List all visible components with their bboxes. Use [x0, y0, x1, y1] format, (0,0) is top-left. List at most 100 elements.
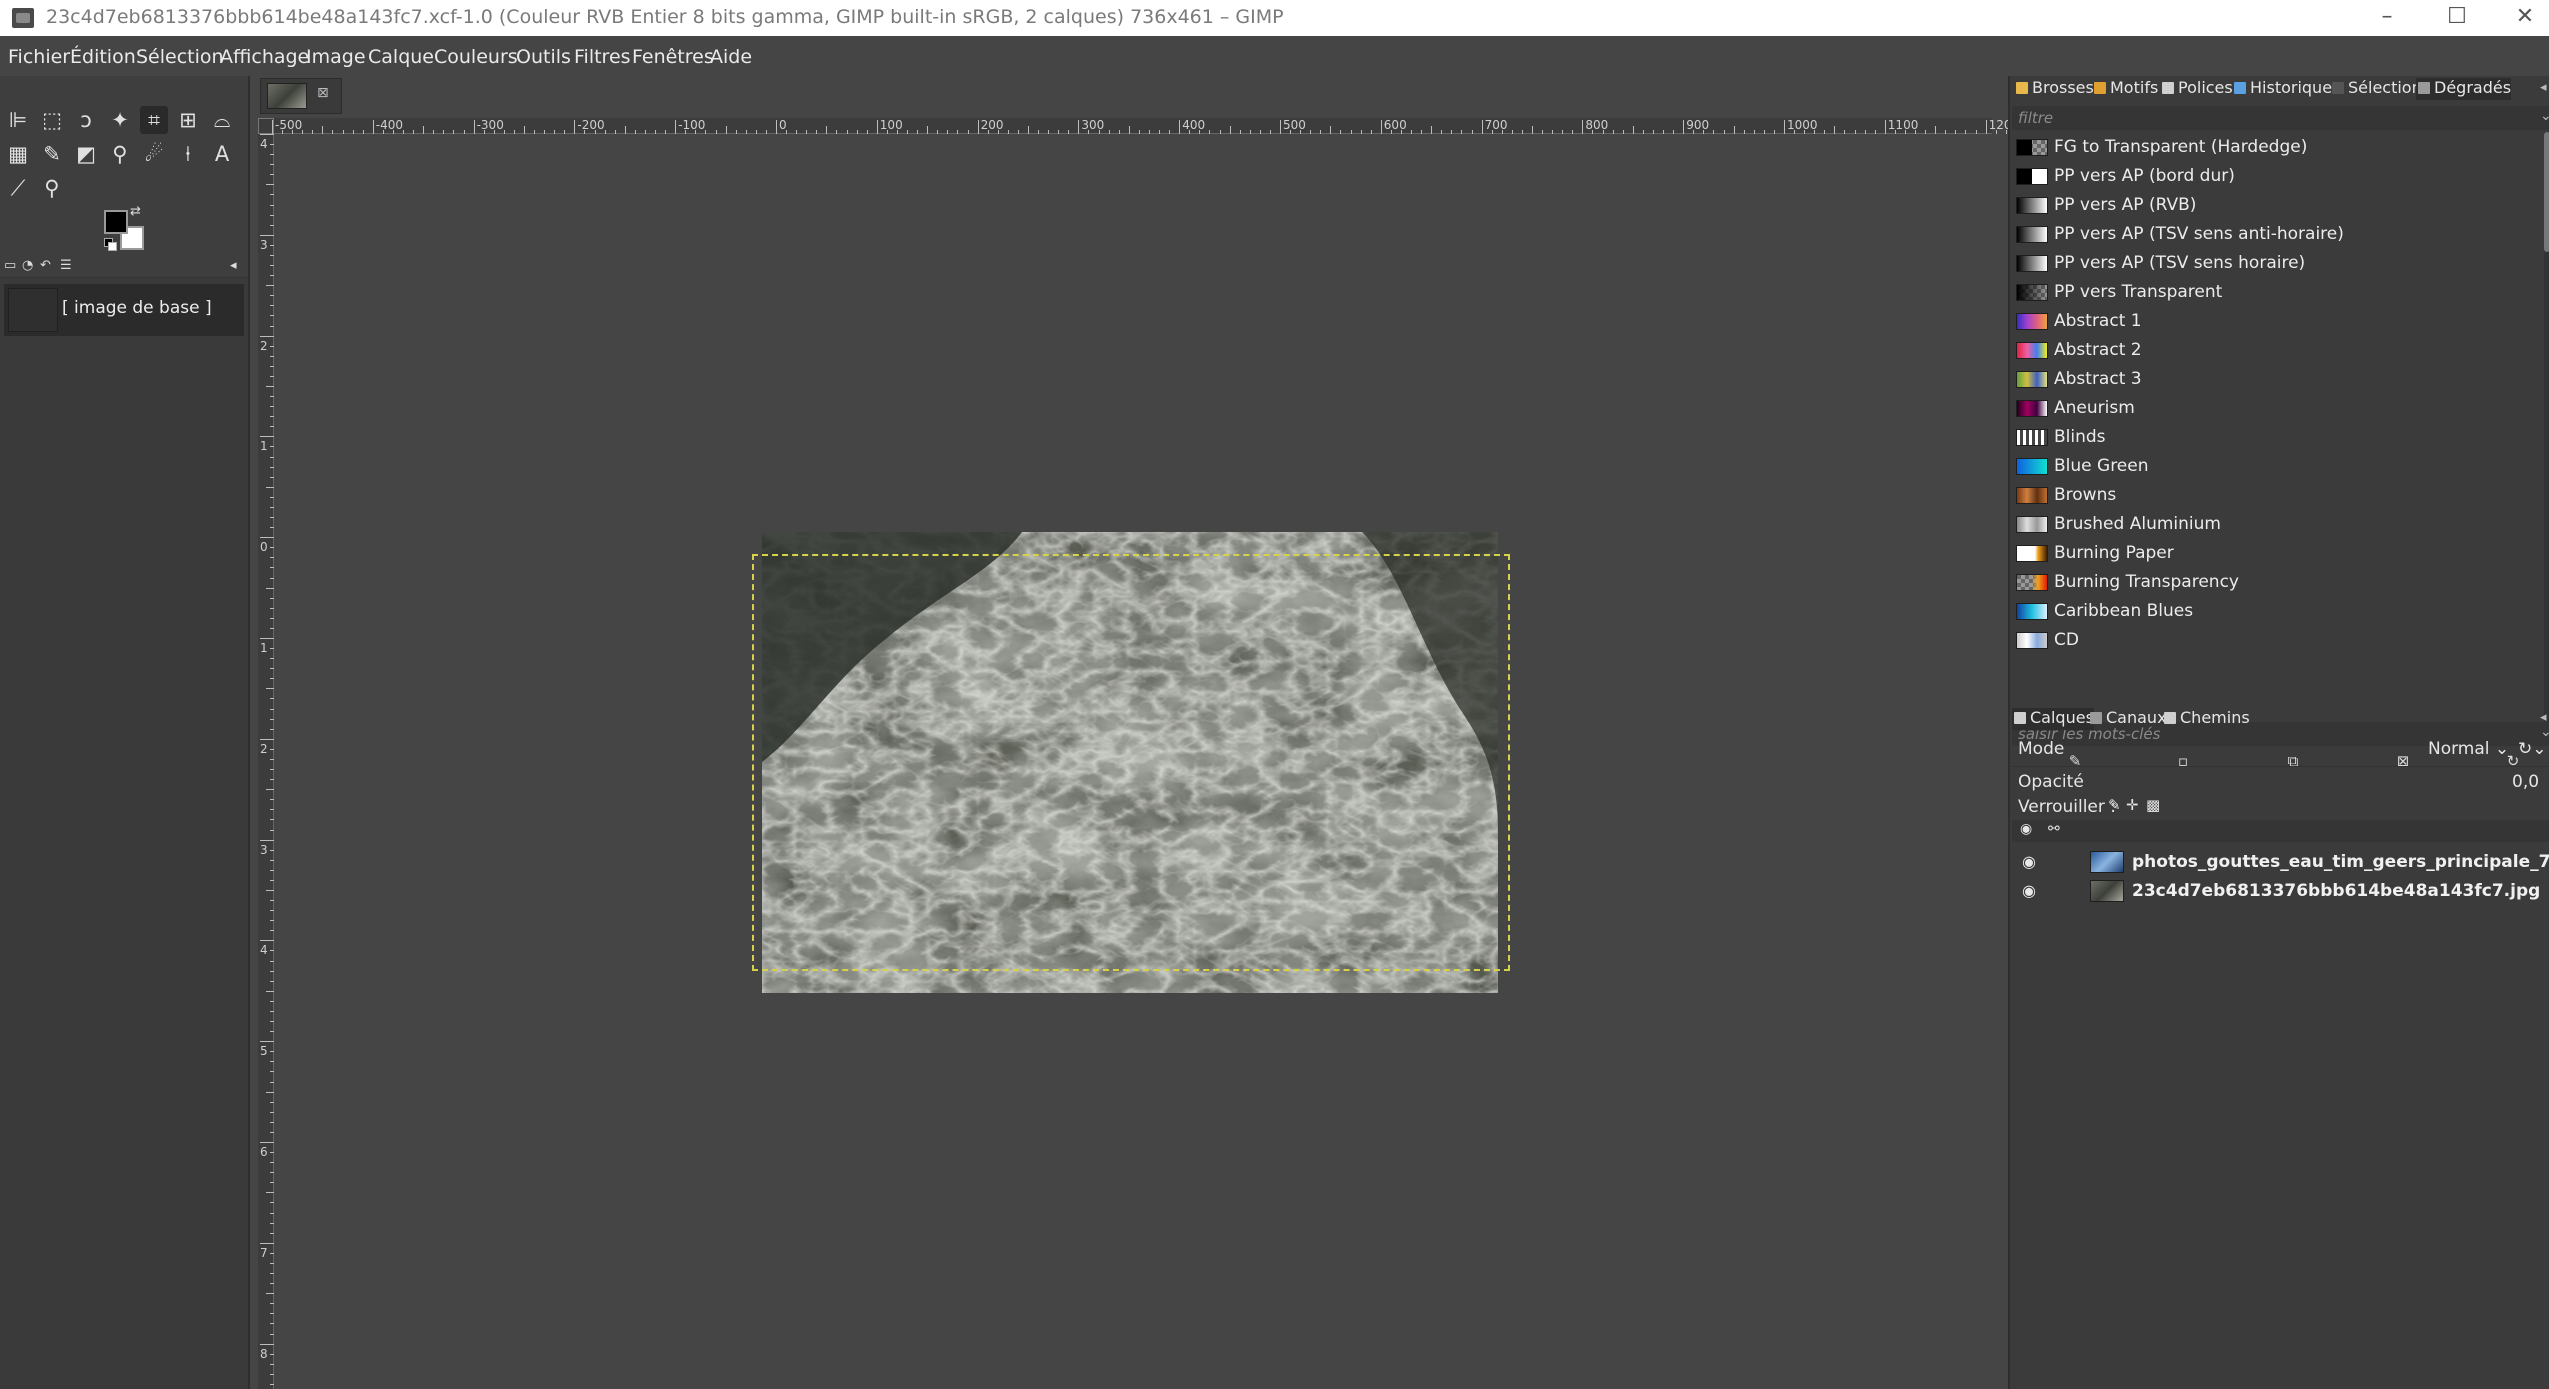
images-tab-icon[interactable]: ☰: [60, 259, 74, 273]
mode-select[interactable]: Normal ⌄: [2428, 739, 2509, 759]
smudge-tool-icon[interactable]: ☄: [140, 140, 168, 168]
opacity-value[interactable]: 0,0: [2512, 772, 2539, 792]
paths-tool-icon[interactable]: ⍿: [174, 140, 202, 168]
ruler-minor-tick: [270, 698, 274, 700]
ruler-minor-tick: [270, 1363, 274, 1365]
gradient-list-item[interactable]: Abstract 1: [2012, 306, 2544, 335]
menu-aide[interactable]: Aide: [710, 46, 752, 68]
ruler-minor-tick: [1713, 130, 1715, 134]
ruler-minor-tick: [1249, 130, 1251, 134]
gradient-list-item[interactable]: Abstract 3: [2012, 364, 2544, 393]
tab-polices[interactable]: Polices: [2160, 78, 2233, 100]
gradient-list-item[interactable]: Brushed Aluminium: [2012, 509, 2544, 538]
free-select-icon[interactable]: ↄ: [72, 106, 100, 134]
menu-edition[interactable]: Édition: [70, 46, 136, 68]
image-canvas[interactable]: [762, 532, 1498, 993]
gradient-list-item[interactable]: CD: [2012, 625, 2544, 654]
dock-menu-icon[interactable]: ◂: [230, 259, 244, 273]
image-tab[interactable]: ⊠: [260, 78, 342, 114]
eye-icon[interactable]: ◉: [2022, 881, 2036, 900]
chevron-down-icon[interactable]: ⌄: [2540, 108, 2549, 124]
eraser-tool-icon[interactable]: ◩: [72, 140, 100, 168]
vertical-ruler[interactable]: 4 3 2 1 0 1 2 3 4 5 6 7 8: [258, 134, 274, 1389]
gradient-list-item[interactable]: PP vers Transparent: [2012, 277, 2544, 306]
menu-filtres[interactable]: Filtres: [574, 46, 631, 68]
layer-row[interactable]: ◉ photos_gouttes_eau_tim_geers_principal…: [2012, 848, 2549, 877]
foreground-color-swatch[interactable]: [104, 210, 128, 234]
gradient-list-item[interactable]: Blinds: [2012, 422, 2544, 451]
minimize-button[interactable]: –: [2352, 0, 2422, 36]
tab-calques[interactable]: Calques: [2012, 708, 2094, 730]
reset-mode-icon[interactable]: ↻⌄: [2518, 739, 2547, 759]
gradient-list-item[interactable]: Caribbean Blues: [2012, 596, 2544, 625]
ruler-minor-tick: [270, 1010, 274, 1012]
ruler-minor-tick: [270, 295, 274, 297]
tab-brosses[interactable]: Brosses: [2014, 78, 2094, 100]
align-tool-icon[interactable]: ⊫: [4, 106, 32, 134]
lock-alpha-icon[interactable]: ▩: [2146, 796, 2160, 814]
gradient-list-item[interactable]: Abstract 2: [2012, 335, 2544, 364]
tab-degrades[interactable]: Dégradés: [2416, 78, 2512, 100]
unified-transform-icon[interactable]: ⊞: [174, 106, 202, 134]
tab-motifs[interactable]: Motifs: [2092, 78, 2158, 100]
dock-menu-icon[interactable]: ◂: [2540, 80, 2547, 95]
device-status-tab-icon[interactable]: ◔: [22, 259, 36, 273]
default-colors-icon[interactable]: [104, 238, 117, 251]
gradient-list-item[interactable]: PP vers AP (RVB): [2012, 190, 2544, 219]
tab-canaux[interactable]: Canaux: [2088, 708, 2167, 730]
canvas-area[interactable]: ⊠ -500 -400 -300 -200 -100 0 100 200 300 400 500 60…: [248, 76, 2252, 1389]
close-tab-icon[interactable]: ⊠: [317, 85, 329, 101]
eye-icon[interactable]: ◉: [2022, 852, 2036, 871]
gradient-list-item[interactable]: FG to Transparent (Hardedge): [2012, 132, 2544, 161]
clone-tool-icon[interactable]: ⚲: [106, 140, 134, 168]
layer-row[interactable]: ◉ 23c4d7eb6813376bbb614be48a143fc7.jpg: [2012, 877, 2549, 906]
color-picker-icon[interactable]: ⟋: [4, 174, 32, 202]
menu-calque[interactable]: Calque: [368, 46, 434, 68]
crop-tool-icon[interactable]: ⌗: [140, 106, 168, 134]
text-tool-icon[interactable]: A: [208, 140, 236, 168]
gradient-list-item[interactable]: Blue Green: [2012, 451, 2544, 480]
tab-historique[interactable]: Historique: [2232, 78, 2332, 100]
tab-selection[interactable]: Sélection: [2330, 78, 2422, 100]
menu-couleurs[interactable]: Couleurs: [434, 46, 518, 68]
menu-fenetres[interactable]: Fenêtres: [632, 46, 714, 68]
gradient-list-scrollbar[interactable]: [2544, 132, 2549, 722]
ruler-minor-tick: [1773, 130, 1775, 134]
gradient-list-item[interactable]: PP vers AP (TSV sens anti-horaire): [2012, 219, 2544, 248]
gradient-list-item[interactable]: Browns: [2012, 480, 2544, 509]
ruler-tick: [260, 1142, 274, 1143]
undo-history-tab-icon[interactable]: ↶: [40, 259, 54, 273]
gradient-list-item[interactable]: Burning Paper: [2012, 538, 2544, 567]
ruler-minor-tick: [270, 829, 274, 831]
gradient-list-item[interactable]: PP vers AP (bord dur): [2012, 161, 2544, 190]
maximize-button[interactable]: ☐: [2422, 0, 2492, 36]
menu-outils[interactable]: Outils: [516, 46, 571, 68]
gradient-list-item[interactable]: PP vers AP (TSV sens horaire): [2012, 248, 2544, 277]
lock-position-icon[interactable]: ✛: [2126, 796, 2139, 814]
gradient-tool-icon[interactable]: ▦: [4, 140, 32, 168]
zoom-tool-icon[interactable]: ⚲: [38, 174, 66, 202]
image-list-item[interactable]: [ image de base ]: [4, 284, 244, 336]
tab-chemins[interactable]: Chemins: [2162, 708, 2250, 730]
gradient-scroll-thumb[interactable]: [2544, 132, 2549, 252]
menu-selection[interactable]: Sélection: [136, 46, 224, 68]
tool-options-tab-icon[interactable]: ▭: [4, 259, 18, 273]
fuzzy-select-icon[interactable]: ✦: [106, 106, 134, 134]
gradient-filter-input[interactable]: [2018, 109, 2518, 127]
warp-transform-icon[interactable]: ⌓: [208, 106, 236, 134]
dock-menu-icon[interactable]: ◂: [2540, 710, 2547, 725]
rect-select-icon[interactable]: ⬚: [38, 106, 66, 134]
layer-name[interactable]: photos_gouttes_eau_tim_geers_principale_…: [2132, 852, 2549, 872]
paintbrush-tool-icon[interactable]: ✎: [38, 140, 66, 168]
gradient-list-item[interactable]: Aneurism: [2012, 393, 2544, 422]
close-button[interactable]: ✕: [2490, 0, 2549, 36]
menu-fichier[interactable]: Fichier: [8, 46, 70, 68]
menu-image[interactable]: Image: [306, 46, 366, 68]
gradient-list-item[interactable]: Burning Transparency: [2012, 567, 2544, 596]
layer-name[interactable]: 23c4d7eb6813376bbb614be48a143fc7.jpg: [2132, 881, 2540, 901]
lock-pixels-icon[interactable]: ✎: [2108, 796, 2121, 814]
menu-affichage[interactable]: Affichage: [220, 46, 309, 68]
gradient-swatch: [2016, 255, 2048, 272]
swap-colors-icon[interactable]: ⇄: [130, 204, 141, 219]
horizontal-ruler[interactable]: -500 -400 -300 -200 -100 0 100 200 300 400 500 600 7…: [272, 118, 2078, 134]
